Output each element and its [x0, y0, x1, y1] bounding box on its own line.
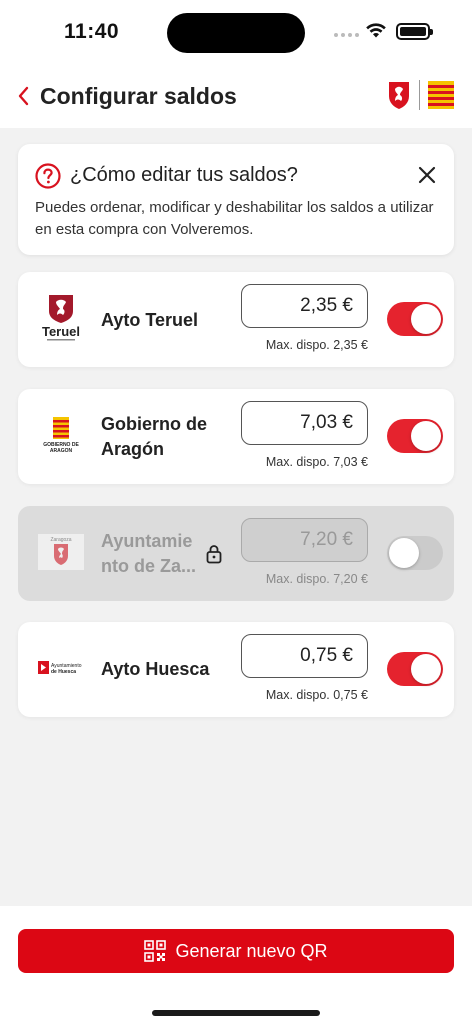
balance-name: Ayto Teruel [101, 310, 199, 330]
status-bar: 11:40 [0, 0, 472, 64]
wifi-icon [366, 23, 386, 38]
generate-qr-label: Generar nuevo QR [175, 940, 328, 961]
help-card: ¿Cómo editar tus saldos? Puedes ordenar,… [18, 144, 454, 255]
teruel-logo: Teruel [36, 292, 86, 344]
dynamic-island [167, 13, 305, 53]
logo-divider [419, 80, 420, 110]
aragon-flag-icon [428, 81, 454, 109]
header-logos [387, 80, 454, 110]
balance-toggle[interactable] [387, 419, 443, 453]
balance-toggle[interactable] [387, 652, 443, 686]
svg-text:Teruel: Teruel [42, 324, 80, 339]
balance-name: Ayto Huesca [101, 659, 210, 679]
lock-icon [206, 545, 222, 564]
balance-max-label: Max. dispo. 0,75 € [265, 688, 368, 702]
aragon-logo: GOBIERNO DE ARAGON [36, 409, 86, 461]
home-indicator [152, 1010, 320, 1016]
balance-card-aragon: GOBIERNO DE ARAGON Gobierno de Aragón 7,… [18, 389, 454, 484]
svg-text:ARAGON: ARAGON [50, 448, 73, 454]
back-chevron-icon[interactable] [14, 82, 34, 110]
help-text: Puedes ordenar, modificar y deshabilitar… [35, 199, 434, 238]
balance-name: Ayuntamie nto de Za... [101, 531, 197, 576]
balance-name: Gobierno de Aragón [101, 414, 208, 459]
question-circle-icon [35, 163, 61, 189]
qr-code-icon [144, 940, 167, 962]
balance-max-label: Max. dispo. 7,03 € [265, 455, 368, 469]
zaragoza-logo: Zaragoza [36, 526, 86, 578]
svg-text:Zaragoza: Zaragoza [50, 537, 71, 543]
balance-amount-input[interactable]: 7,03 € [241, 401, 368, 445]
balance-toggle[interactable] [387, 302, 443, 336]
balance-amount-input[interactable]: 2,35 € [241, 284, 368, 328]
balance-amount-input[interactable]: 7,20 € [241, 518, 368, 562]
balance-card-huesca: Ayuntamiento de Huesca Ayto Huesca 0,75 … [18, 622, 454, 717]
svg-text:de Huesca: de Huesca [51, 669, 76, 675]
close-icon[interactable] [418, 166, 436, 184]
balance-amount-input[interactable]: 0,75 € [241, 634, 368, 678]
help-title: ¿Cómo editar tus saldos? [70, 164, 298, 186]
balance-max-label: Max. dispo. 2,35 € [265, 338, 368, 352]
status-time: 11:40 [64, 20, 120, 43]
signal-icon [334, 33, 359, 37]
nav-header: Configurar saldos [0, 64, 472, 128]
battery-icon [396, 23, 433, 40]
shield-logo-icon [389, 82, 409, 109]
page-title: Configurar saldos [40, 83, 237, 109]
balance-toggle[interactable] [387, 536, 443, 570]
generate-qr-button[interactable]: Generar nuevo QR [18, 929, 454, 973]
huesca-logo: Ayuntamiento de Huesca [36, 642, 86, 694]
balance-card-zaragoza: Zaragoza Ayuntamie nto de Za... 7,20 € M… [18, 506, 454, 601]
bottom-bar: Generar nuevo QR [0, 906, 472, 1024]
balance-card-teruel: Teruel Ayto Teruel 2,35 € Max. dispo. 2,… [18, 272, 454, 367]
balance-max-label: Max. dispo. 7,20 € [265, 572, 368, 586]
